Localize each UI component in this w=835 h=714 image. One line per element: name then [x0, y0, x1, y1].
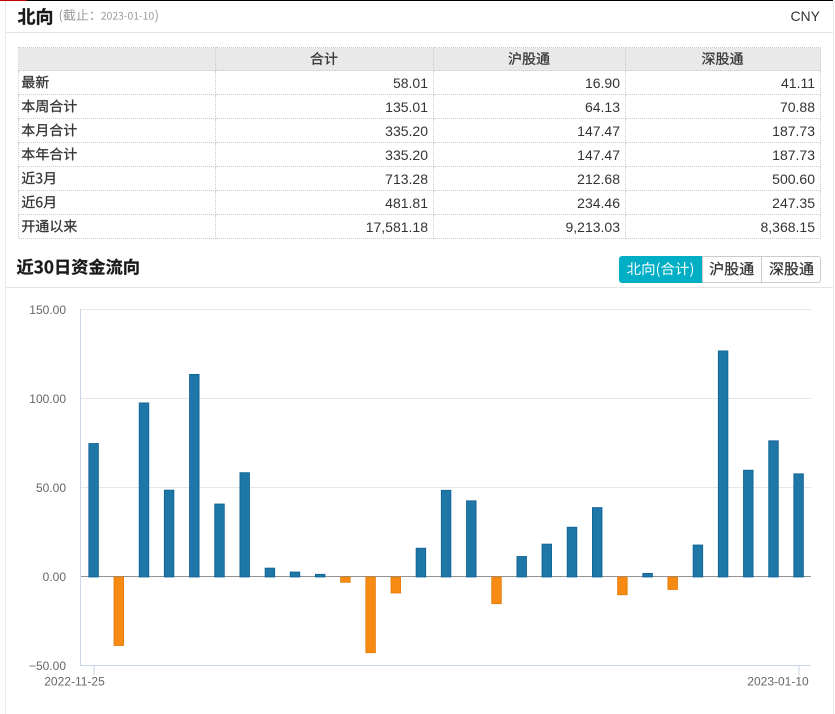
svg-text:0.00: 0.00 — [43, 570, 67, 584]
svg-text:100.00: 100.00 — [29, 392, 66, 406]
svg-text:2022-11-25: 2022-11-25 — [44, 675, 105, 689]
svg-text:−50.00: −50.00 — [29, 659, 66, 673]
svg-text:50.00: 50.00 — [36, 481, 66, 495]
svg-text:150.00: 150.00 — [29, 303, 66, 317]
svg-text:2023-01-10: 2023-01-10 — [747, 675, 809, 689]
